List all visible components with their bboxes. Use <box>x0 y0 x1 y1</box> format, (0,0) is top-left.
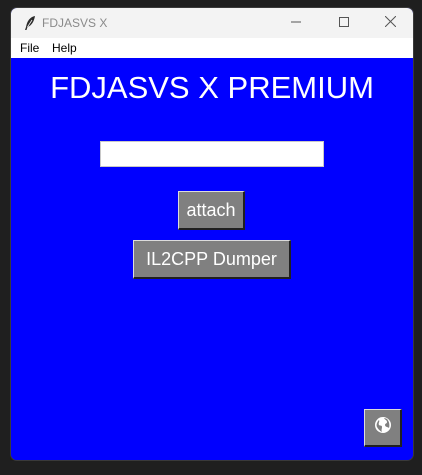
window-title: FDJASVS X <box>42 16 108 30</box>
main-panel: FDJASVS X PREMIUM attach IL2CPP Dumper <box>11 58 413 460</box>
maximize-button[interactable] <box>321 8 367 38</box>
close-button[interactable] <box>367 8 413 38</box>
close-icon <box>384 14 396 32</box>
minimize-icon <box>291 14 301 32</box>
feather-icon <box>23 15 37 31</box>
title-bar[interactable]: FDJASVS X <box>11 8 413 38</box>
menu-help[interactable]: Help <box>52 41 77 55</box>
menu-file[interactable]: File <box>20 41 39 55</box>
globe-button[interactable] <box>364 409 402 447</box>
page-title: FDJASVS X PREMIUM <box>50 70 374 105</box>
maximize-icon <box>339 14 349 32</box>
menu-bar: File Help <box>11 38 413 58</box>
app-window: FDJASVS X File Help FDJASVS X PREMIUM at… <box>11 8 413 460</box>
attach-button[interactable]: attach <box>178 191 245 230</box>
il2cpp-dumper-button[interactable]: IL2CPP Dumper <box>133 240 291 279</box>
text-input[interactable] <box>100 141 324 167</box>
globe-icon <box>374 416 392 439</box>
minimize-button[interactable] <box>273 8 319 38</box>
